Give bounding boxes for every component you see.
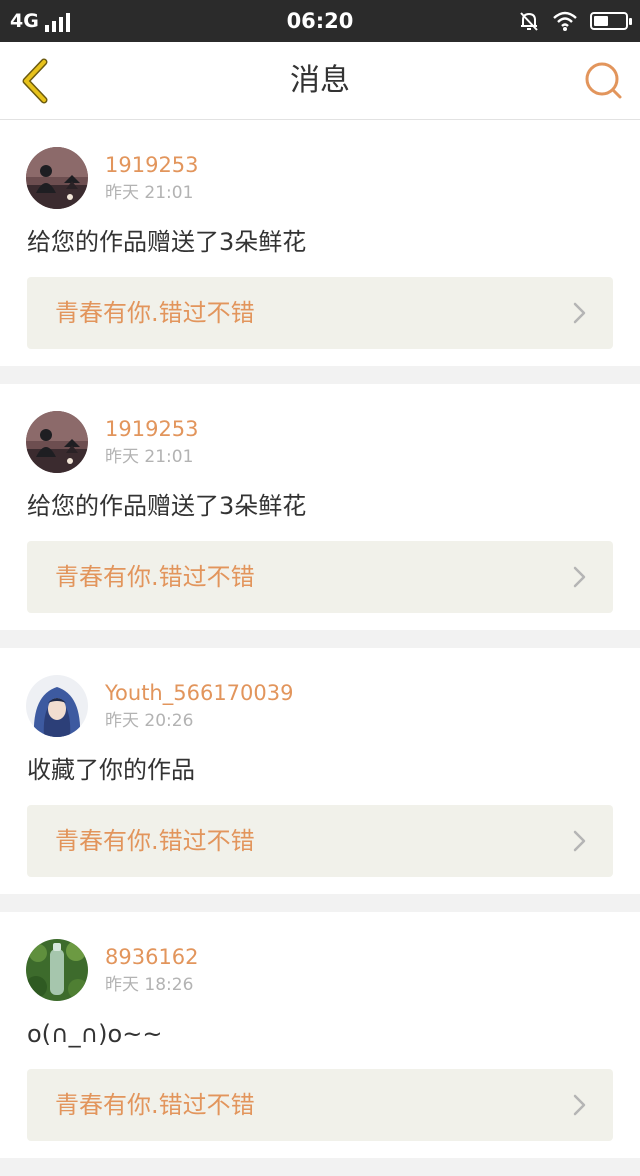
username[interactable]: 8936162 xyxy=(105,944,199,970)
avatar[interactable] xyxy=(26,675,88,737)
wifi-icon xyxy=(553,11,577,31)
chevron-right-icon xyxy=(573,302,586,324)
message-text: 给您的作品赠送了3朵鲜花 xyxy=(27,228,307,256)
timestamp: 昨天 21:01 xyxy=(105,447,194,467)
message-card[interactable]: 1919253 昨天 21:01 给您的作品赠送了3朵鲜花 青春有你.错过不错 xyxy=(0,120,640,366)
work-title: 青春有你.错过不错 xyxy=(55,299,255,327)
battery-fill xyxy=(594,16,608,26)
page-title: 消息 xyxy=(290,63,350,98)
work-link[interactable]: 青春有你.错过不错 xyxy=(27,805,613,877)
message-card[interactable]: 8936162 昨天 18:26 o(∩_∩)o~~ 青春有你.错过不错 xyxy=(0,912,640,1158)
message-text: 收藏了你的作品 xyxy=(27,756,195,784)
chevron-right-icon xyxy=(573,1094,586,1116)
header: 消息 xyxy=(0,42,640,120)
status-bar: 4G 06:20 xyxy=(0,0,640,42)
work-link[interactable]: 青春有你.错过不错 xyxy=(27,1069,613,1141)
username[interactable]: 1919253 xyxy=(105,416,199,442)
work-link[interactable]: 青春有你.错过不错 xyxy=(27,277,613,349)
mute-bell-icon xyxy=(520,12,538,31)
work-title: 青春有你.错过不错 xyxy=(55,563,255,591)
message-text: o(∩_∩)o~~ xyxy=(27,1020,163,1048)
chevron-right-icon xyxy=(573,830,586,852)
message-card[interactable]: Youth_566170039 昨天 20:26 收藏了你的作品 青春有你.错过… xyxy=(0,648,640,894)
status-icons xyxy=(518,10,632,32)
battery-icon xyxy=(590,12,632,30)
search-icon[interactable] xyxy=(582,59,626,103)
avatar[interactable] xyxy=(26,939,88,1001)
username[interactable]: 1919253 xyxy=(105,152,199,178)
timestamp: 昨天 21:01 xyxy=(105,183,194,203)
work-title: 青春有你.错过不错 xyxy=(55,1091,255,1119)
chevron-right-icon xyxy=(573,566,586,588)
message-card[interactable]: 1919253 昨天 21:01 给您的作品赠送了3朵鲜花 青春有你.错过不错 xyxy=(0,384,640,630)
timestamp: 昨天 20:26 xyxy=(105,711,194,731)
work-title: 青春有你.错过不错 xyxy=(55,827,255,855)
message-text: 给您的作品赠送了3朵鲜花 xyxy=(27,492,307,520)
avatar[interactable] xyxy=(26,147,88,209)
timestamp: 昨天 18:26 xyxy=(105,975,194,995)
message-list: 1919253 昨天 21:01 给您的作品赠送了3朵鲜花 青春有你.错过不错 … xyxy=(0,120,640,1176)
avatar[interactable] xyxy=(26,411,88,473)
username[interactable]: Youth_566170039 xyxy=(105,680,294,706)
work-link[interactable]: 青春有你.错过不错 xyxy=(27,541,613,613)
